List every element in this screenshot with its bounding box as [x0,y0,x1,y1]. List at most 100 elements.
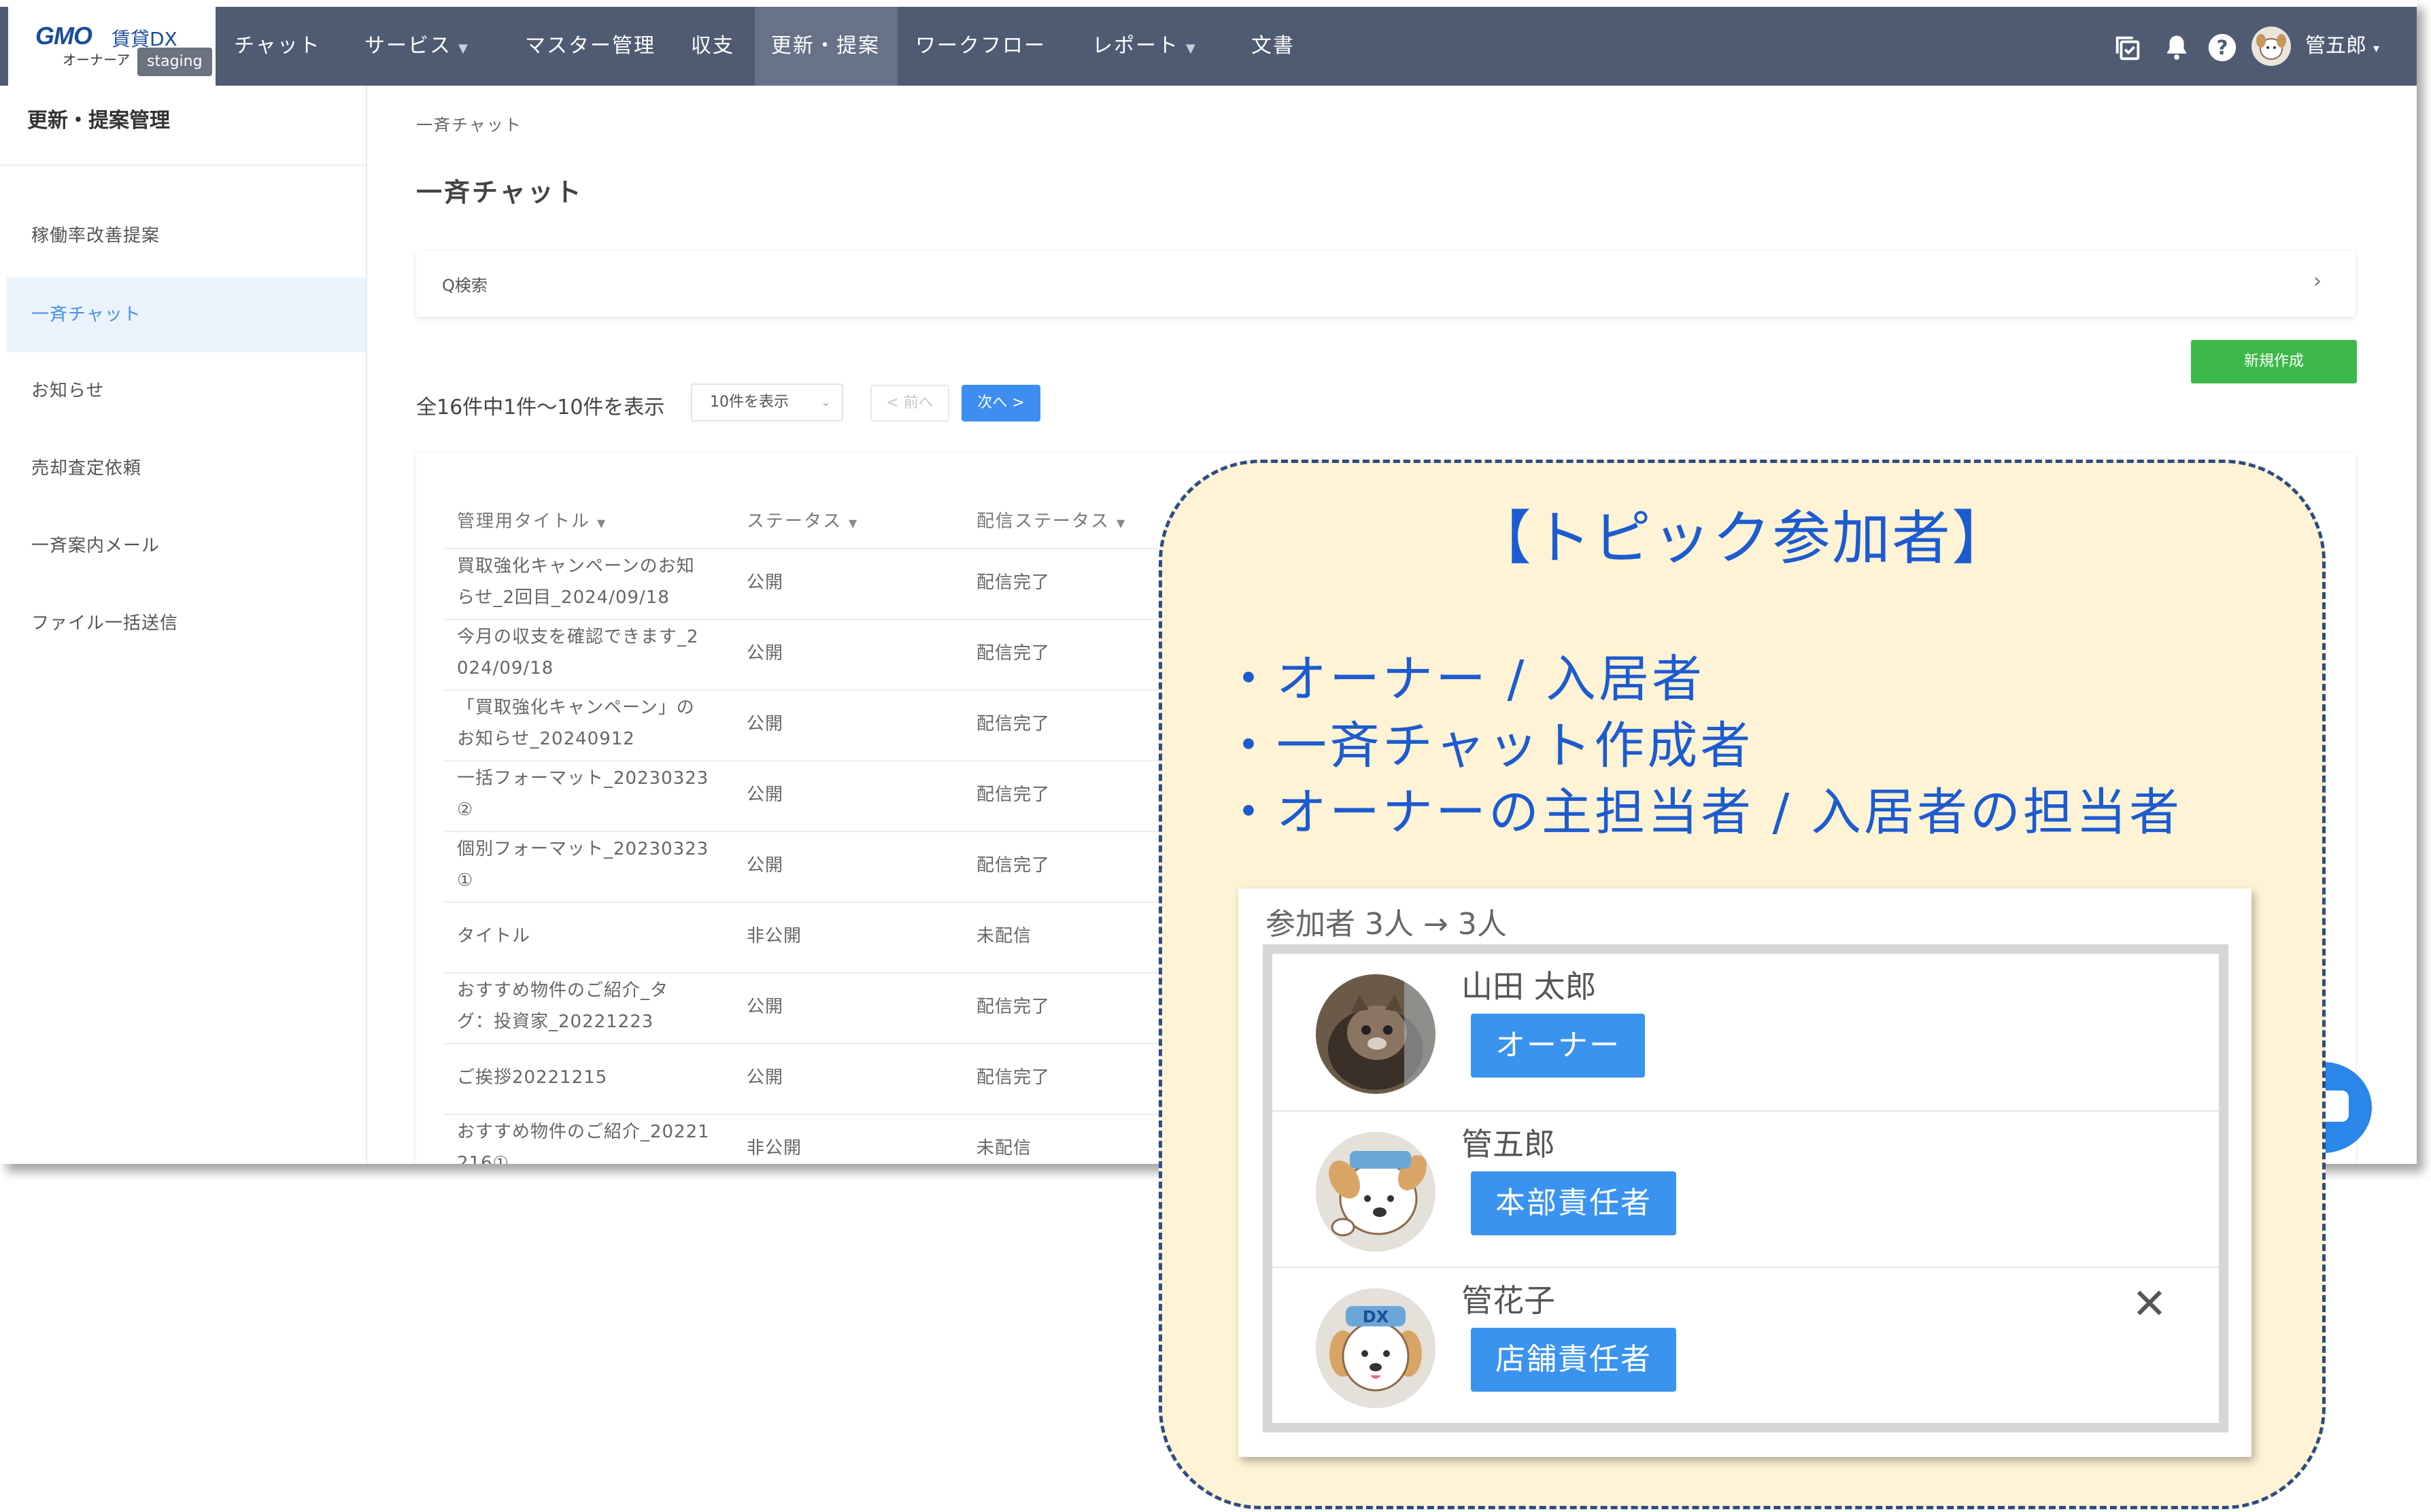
nav-label: ワークフロー [915,34,1046,58]
svg-text:DX: DX [1363,1307,1389,1326]
row-delivery: 配信完了 [976,997,1051,1017]
sidebar-item-sale-appraisal[interactable]: 売却査定依頼 [7,431,366,506]
participants-callout: 【トピック参加者】 ・オーナー / 入居者 ・一斉チャット作成者 ・オーナーの主… [1159,460,2326,1509]
nav-report[interactable]: レポート ▼ [1092,7,1195,86]
participant-name: 管花子 [1461,1282,1555,1319]
sort-icon: ▼ [597,517,606,530]
sidebar-item-occupancy[interactable]: 稼働率改善提案 [7,199,366,273]
cat-photo-avatar [1316,974,1435,1094]
help-icon[interactable]: ? [2207,33,2237,65]
logo-brand: GMO [35,22,92,50]
nav-documents[interactable]: 文書 [1251,7,1295,86]
search-label: Q検索 [442,276,488,295]
participants-panel: 参加者 3人 → 3人 山田 太郎 オーナー 管五郎 本部責任者 DX 管花子 … [1238,889,2251,1457]
chevron-down-icon: ▼ [1186,41,1195,56]
row-status: 公開 [747,643,784,664]
chevron-right-icon: › [2313,269,2322,293]
sidebar-title: 更新・提案管理 [27,109,170,133]
copy-check-icon[interactable] [2112,33,2143,67]
nav-label: 収支 [691,34,734,58]
sidebar-item-bulk-file[interactable]: ファイル一括送信 [7,586,366,661]
sidebar-divider [0,165,366,166]
avatar[interactable] [2251,26,2292,69]
result-count: 全16件中1件～10件を表示 [416,396,665,419]
participant-name: 山田 太郎 [1461,968,1597,1005]
row-title: 買取強化キャンペーンのお知 らせ_2回目_2024/09/18 [457,556,695,608]
column-header-delivery[interactable]: 配信ステータス ▼ [976,507,1125,532]
breadcrumb[interactable]: 一斉チャット [416,111,522,135]
participant-row[interactable]: 山田 太郎 オーナー [1272,954,2219,1110]
row-delivery: 配信完了 [976,643,1051,664]
row-title: おすすめ物件のご紹介_20221 216① [457,1122,710,1164]
sort-icon: ▼ [849,517,857,530]
callout-bullet: ・オーナーの主担当者 / 入居者の担当者 [1223,783,2182,842]
participant-row[interactable]: 管五郎 本部責任者 [1272,1110,2219,1267]
role-badge: 店舗責任者 [1471,1328,1676,1392]
row-status: 公開 [747,1067,784,1088]
sort-icon: ▼ [1117,517,1125,530]
nav-master[interactable]: マスター管理 [525,7,656,86]
nav-label: サービス [364,34,452,58]
column-header-label: 配信ステータス [976,511,1110,532]
participants-list: 山田 太郎 オーナー 管五郎 本部責任者 DX 管花子 店舗責任者 ✕ [1272,954,2219,1423]
search-panel[interactable]: Q検索 › [416,252,2356,317]
nav-label: チャット [234,34,321,58]
participant-row[interactable]: DX 管花子 店舗責任者 ✕ [1272,1267,2219,1423]
chevron-down-icon: ▾ [2373,41,2380,56]
sidebar: 更新・提案管理 稼働率改善提案 一斉チャット お知らせ 売却査定依頼 一斉案内メ… [0,86,367,1164]
prev-page-button[interactable]: < 前へ [870,385,949,422]
row-delivery: 未配信 [976,1138,1032,1158]
row-delivery: 配信完了 [976,714,1051,734]
row-status: 公開 [747,785,784,805]
participants-count: 参加者 3人 → 3人 [1265,907,1507,942]
row-status: 非公開 [747,926,802,946]
row-title: おすすめ物件のご紹介_タ グ：投資家_20221223 [457,980,669,1032]
row-delivery: 配信完了 [976,1067,1051,1088]
chevron-down-icon: ▼ [458,41,468,56]
participant-name: 管五郎 [1461,1126,1555,1163]
svg-text:?: ? [2216,36,2228,59]
nav-label: レポート [1092,34,1179,58]
callout-bullet: ・一斉チャット作成者 [1223,717,1754,775]
role-badge: 本部責任者 [1471,1171,1676,1235]
callout-bullet: ・オーナー / 入居者 [1223,650,1705,708]
nav-income-expense[interactable]: 収支 [691,7,734,86]
nav-workflow[interactable]: ワークフロー [915,7,1046,86]
nav-chat[interactable]: チャット [234,7,321,86]
row-delivery: 配信完了 [976,785,1051,805]
nav-label: 更新・提案 [771,34,880,58]
column-header-status[interactable]: ステータス ▼ [747,507,857,532]
page-title: 一斉チャット [416,177,583,207]
user-name-label: 管五郎 [2305,34,2366,58]
per-page-value: 10件を表示 [710,394,789,411]
env-badge: staging [137,48,212,76]
role-badge: オーナー [1471,1014,1645,1078]
nav-renewal-proposal[interactable]: 更新・提案 [755,7,898,86]
sidebar-item-notices[interactable]: お知らせ [7,354,366,428]
logo-subtitle: オーナーア [63,52,131,68]
new-create-button[interactable]: 新規作成 [2191,340,2357,383]
row-delivery: 配信完了 [976,855,1051,876]
row-delivery: 未配信 [976,926,1032,946]
nav-label: 文書 [1251,34,1295,58]
close-icon[interactable]: ✕ [2132,1279,2167,1328]
chevron-down-icon: ⌄ [820,395,831,409]
callout-title: 【トピック参加者】 [1473,504,2011,572]
row-title: 「買取強化キャンペーン」の お知らせ_20240912 [457,698,695,749]
sidebar-item-bulk-chat[interactable]: 一斉チャット [7,277,366,352]
column-header-label: 管理用タイトル [457,511,591,532]
row-delivery: 配信完了 [976,572,1051,593]
next-page-button[interactable]: 次へ > [962,385,1040,422]
logo[interactable]: GMO 賃貸DX オーナーア staging [8,7,216,86]
column-header-title[interactable]: 管理用タイトル ▼ [457,507,605,532]
per-page-select[interactable]: 10件を表示 ⌄ [691,383,843,422]
row-title: 今月の収支を確認できます_2 024/09/18 [457,627,699,678]
bell-icon[interactable] [2162,33,2191,65]
nav-services[interactable]: サービス ▼ [364,7,468,86]
row-title: 一括フォーマット_20230323 ② [457,768,709,820]
sidebar-item-bulk-mail[interactable]: 一斉案内メール [7,509,366,583]
column-header-label: ステータス [747,511,843,532]
nav-label: マスター管理 [525,34,656,58]
user-menu[interactable]: 管五郎 ▾ [2305,7,2379,86]
row-status: 公開 [747,855,784,876]
